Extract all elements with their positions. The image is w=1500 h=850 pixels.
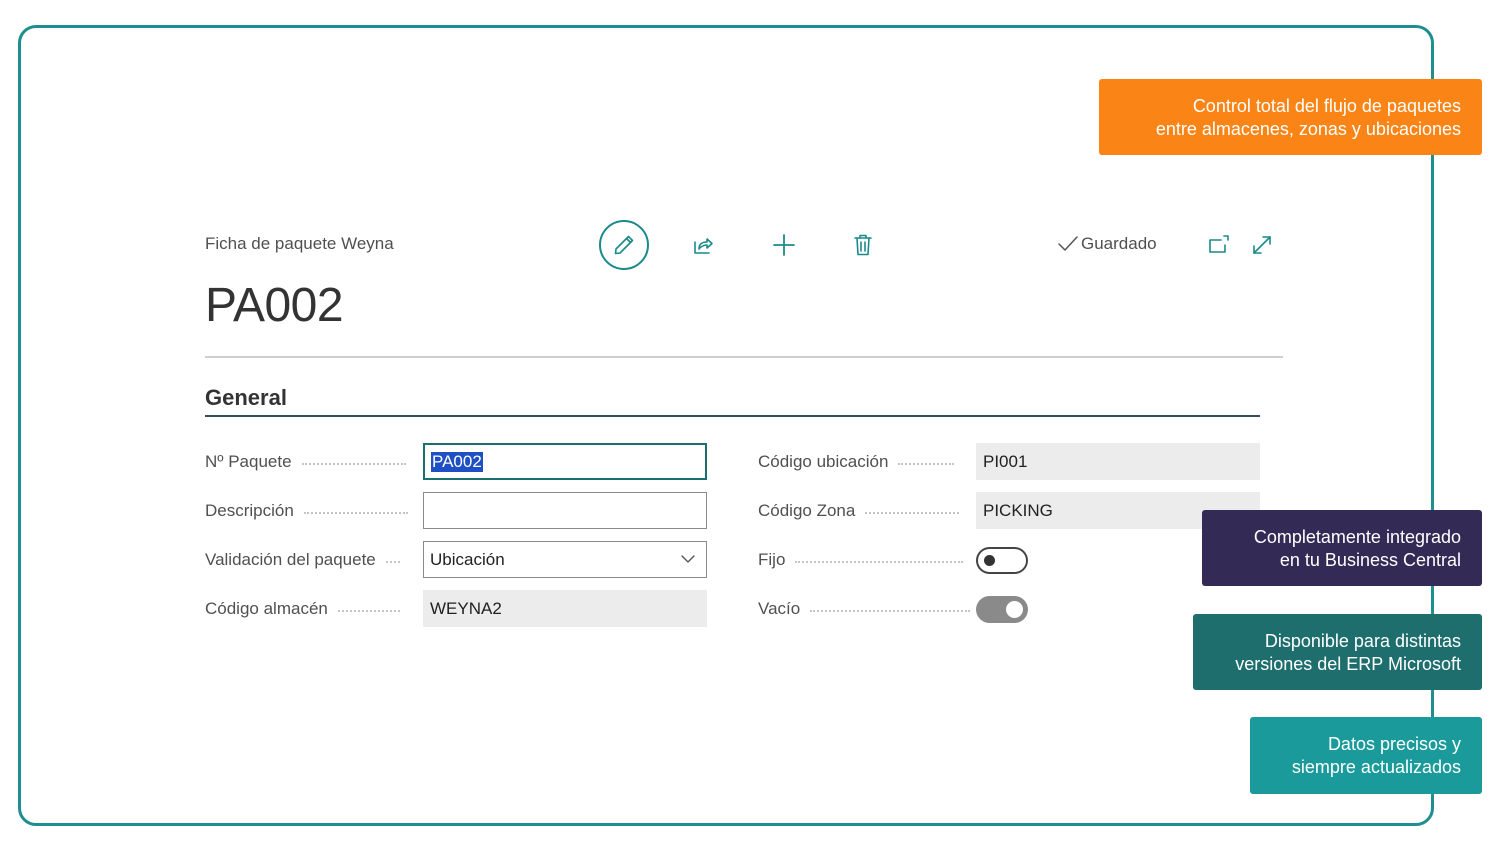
fixed-toggle[interactable] bbox=[976, 547, 1028, 574]
package-no-value: PA002 bbox=[431, 451, 483, 472]
expand-icon bbox=[1253, 236, 1271, 254]
expand-button[interactable] bbox=[1248, 230, 1276, 260]
field-label-warehouse-code: Código almacén bbox=[205, 591, 400, 627]
warehouse-code-field: WEYNA2 bbox=[423, 590, 707, 627]
save-status: Guardado bbox=[1057, 234, 1157, 254]
callout-line: en tu Business Central bbox=[1279, 550, 1461, 570]
field-label-description: Descripción bbox=[205, 493, 408, 529]
delete-icon bbox=[854, 234, 872, 256]
zone-code-value: PICKING bbox=[983, 500, 1053, 520]
callout-line: siempre actualizados bbox=[1291, 757, 1461, 777]
package-validation-value: Ubicación bbox=[430, 549, 505, 569]
package-no-input[interactable]: PA002 bbox=[423, 443, 707, 480]
field-label-text: Descripción bbox=[205, 501, 294, 520]
field-label-bin-code: Código ubicación bbox=[758, 444, 955, 480]
field-label-zone-code: Código Zona bbox=[758, 493, 960, 529]
page-caption: Ficha de paquete Weyna bbox=[205, 234, 394, 253]
callout-erp-versions: Disponible para distintas versiones del … bbox=[1193, 614, 1482, 690]
field-label-text: Código almacén bbox=[205, 599, 328, 618]
edit-button[interactable] bbox=[599, 220, 649, 270]
edit-icon bbox=[614, 235, 634, 255]
callout-flow-control: Control total del flujo de paquetes entr… bbox=[1099, 79, 1482, 155]
field-label-text: Código ubicación bbox=[758, 452, 889, 471]
callout-accurate-data: Datos precisos y siempre actualizados bbox=[1250, 717, 1482, 794]
package-validation-select[interactable]: Ubicación bbox=[423, 541, 707, 578]
callout-line: Completamente integrado bbox=[1253, 527, 1461, 547]
header-divider bbox=[205, 356, 1283, 358]
empty-toggle[interactable] bbox=[976, 596, 1028, 623]
add-button[interactable] bbox=[769, 230, 799, 260]
field-label-text: Código Zona bbox=[758, 501, 856, 520]
section-title-general[interactable]: General bbox=[205, 385, 287, 411]
callout-line: Datos precisos y bbox=[1327, 734, 1461, 754]
share-icon bbox=[694, 238, 713, 254]
field-label-text: Fijo bbox=[758, 550, 786, 569]
field-label-text: Validación del paquete bbox=[205, 550, 376, 569]
toggle-knob bbox=[984, 555, 995, 566]
field-label-fixed: Fijo bbox=[758, 542, 964, 578]
callout-line: versiones del ERP Microsoft bbox=[1235, 654, 1461, 674]
toggle-knob bbox=[1006, 601, 1023, 618]
callout-line: Control total del flujo de paquetes bbox=[1192, 96, 1461, 116]
bin-code-field: PI001 bbox=[976, 443, 1260, 480]
check-icon bbox=[1058, 236, 1078, 251]
open-in-new-window-button[interactable] bbox=[1205, 230, 1233, 260]
record-title: PA002 bbox=[205, 279, 344, 332]
bin-code-value: PI001 bbox=[983, 451, 1028, 471]
callout-line: Disponible para distintas bbox=[1264, 631, 1461, 651]
field-label-text: Nº Paquete bbox=[205, 452, 292, 471]
share-button[interactable] bbox=[688, 230, 718, 260]
field-label-package-validation: Validación del paquete bbox=[205, 542, 400, 578]
warehouse-code-value: WEYNA2 bbox=[430, 598, 502, 618]
description-input[interactable] bbox=[423, 492, 707, 529]
section-divider bbox=[205, 415, 1260, 417]
field-label-text: Vacío bbox=[758, 599, 801, 618]
save-status-label: Guardado bbox=[1081, 234, 1157, 253]
chevron-down-icon bbox=[681, 555, 695, 563]
open-in-new-window-icon bbox=[1209, 235, 1229, 253]
callout-integration: Completamente integrado en tu Business C… bbox=[1202, 510, 1482, 586]
callout-line: entre almacenes, zonas y ubicaciones bbox=[1155, 119, 1461, 139]
add-icon bbox=[773, 234, 795, 256]
delete-button[interactable] bbox=[848, 230, 878, 260]
field-label-empty: Vacío bbox=[758, 591, 971, 627]
field-label-package-no: Nº Paquete bbox=[205, 444, 406, 480]
